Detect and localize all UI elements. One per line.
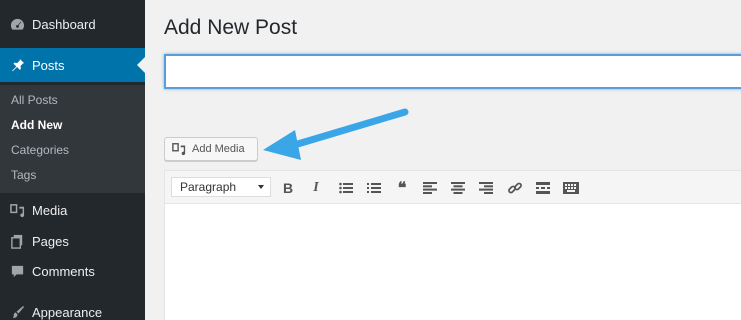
align-center-icon: [451, 182, 465, 194]
sidebar-item-label: Media: [32, 202, 68, 218]
sidebar-item-posts[interactable]: Posts: [0, 48, 145, 82]
submenu-item-add-new[interactable]: Add New: [11, 118, 62, 132]
admin-sidebar: Dashboard Posts All Posts Add New Catego…: [0, 0, 145, 320]
sidebar-item-label: Posts: [32, 57, 65, 73]
sidebar-item-appearance[interactable]: Appearance: [0, 295, 145, 320]
sidebar-item-label: Dashboard: [32, 16, 96, 32]
sidebar-item-media[interactable]: Media: [0, 193, 145, 227]
comments-icon: [9, 263, 25, 279]
media-icon: [9, 202, 25, 218]
media-icon: [172, 142, 186, 156]
sidebar-item-label: Comments: [32, 263, 95, 279]
align-right-button[interactable]: [477, 179, 495, 197]
add-media-button[interactable]: Add Media: [164, 137, 258, 161]
sidebar-item-dashboard[interactable]: Dashboard: [0, 7, 145, 41]
pages-icon: [9, 233, 25, 249]
bulleted-list-button[interactable]: [337, 179, 355, 197]
editor-toolbar: Paragraph B I ❝: [165, 171, 741, 204]
numbered-list-icon: [367, 183, 381, 193]
toolbar-toggle-button[interactable]: [562, 179, 580, 197]
submenu-item-tags[interactable]: Tags: [11, 168, 36, 182]
sidebar-item-comments[interactable]: Comments: [0, 254, 145, 288]
posts-submenu: All Posts Add New Categories Tags: [0, 85, 145, 193]
sidebar-item-label: Appearance: [32, 304, 103, 320]
pin-icon: [9, 57, 25, 73]
numbered-list-button[interactable]: [365, 179, 383, 197]
format-select-value: Paragraph: [180, 180, 237, 194]
post-editor[interactable]: Paragraph B I ❝: [164, 170, 741, 320]
bulleted-list-icon: [339, 182, 353, 194]
submenu-item-categories[interactable]: Categories: [11, 143, 69, 157]
format-select[interactable]: Paragraph: [171, 177, 271, 197]
align-left-icon: [423, 182, 437, 194]
align-right-icon: [479, 182, 493, 194]
sidebar-item-label: Pages: [32, 233, 69, 249]
submenu-item-all-posts[interactable]: All Posts: [11, 93, 58, 107]
link-icon: [508, 182, 522, 194]
read-more-icon: [536, 182, 550, 194]
sidebar-item-pages[interactable]: Pages: [0, 224, 145, 258]
post-title-input[interactable]: [164, 54, 741, 89]
read-more-button[interactable]: [534, 179, 552, 197]
align-left-button[interactable]: [421, 179, 439, 197]
chevron-down-icon: [258, 185, 264, 189]
brush-icon: [9, 304, 25, 320]
keyboard-icon: [563, 182, 579, 194]
blockquote-button[interactable]: ❝: [393, 179, 411, 197]
insert-link-button[interactable]: [506, 179, 524, 197]
add-media-label: Add Media: [192, 143, 245, 155]
italic-button[interactable]: I: [307, 179, 325, 197]
page-title: Add New Post: [164, 16, 298, 39]
align-center-button[interactable]: [449, 179, 467, 197]
dashboard-icon: [9, 16, 25, 32]
annotation-arrow: [263, 108, 409, 160]
bold-button[interactable]: B: [279, 179, 297, 197]
